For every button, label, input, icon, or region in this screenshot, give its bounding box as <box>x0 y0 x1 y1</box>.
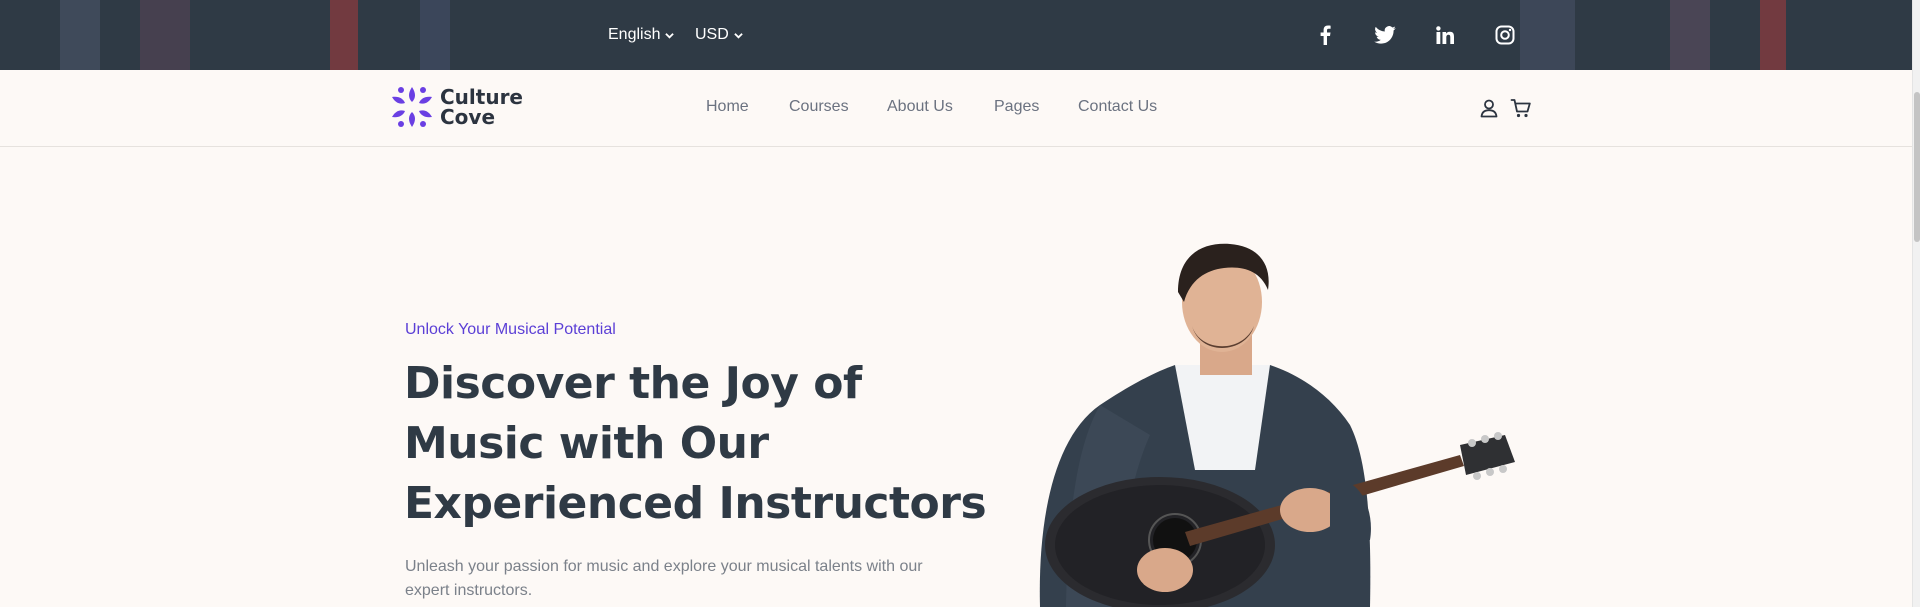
hero-description: Unleash your passion for music and explo… <box>405 555 965 603</box>
hero-title: Discover the Joy of Music with Our Exper… <box>404 354 987 534</box>
page-scrollbar[interactable] <box>1912 0 1920 607</box>
nav-item-about-us[interactable]: About Us <box>887 98 953 116</box>
hero-kicker: Unlock Your Musical Potential <box>405 321 616 338</box>
chevron-down-icon <box>665 32 675 39</box>
language-selector[interactable]: English <box>608 0 675 70</box>
top-bar-texture <box>0 0 1912 70</box>
hero-title-line: Music with Our <box>404 418 769 469</box>
hero-description-line: Unleash your passion for music and explo… <box>405 558 923 575</box>
nav-item-courses[interactable]: Courses <box>789 98 849 116</box>
brand-logo[interactable]: Culture Cove <box>388 84 523 130</box>
main-navigation: Culture Cove Home Courses About Us Pages… <box>0 70 1912 147</box>
brand-name: Culture Cove <box>440 87 523 127</box>
currency-label: USD <box>695 26 729 43</box>
nav-item-pages[interactable]: Pages <box>994 98 1039 116</box>
hero-description-line: expert instructors. <box>405 582 533 599</box>
culture-cove-logo-icon <box>392 87 432 127</box>
cart-icon[interactable] <box>1510 97 1532 119</box>
brand-name-line1: Culture <box>440 85 523 109</box>
facebook-icon[interactable] <box>1312 22 1338 48</box>
scrollbar-thumb[interactable] <box>1914 92 1920 242</box>
hero-title-line: Experienced Instructors <box>404 478 987 529</box>
twitter-icon[interactable] <box>1372 22 1398 48</box>
top-bar: English USD <box>0 0 1912 70</box>
nav-item-home[interactable]: Home <box>706 98 749 116</box>
nav-item-contact-us[interactable]: Contact Us <box>1078 98 1157 116</box>
hero-title-line: Discover the Joy of <box>404 358 862 409</box>
instagram-icon[interactable] <box>1492 22 1518 48</box>
linkedin-icon[interactable] <box>1432 22 1458 48</box>
chevron-down-icon <box>734 32 743 39</box>
language-label: English <box>608 26 661 43</box>
user-icon[interactable] <box>1478 97 1500 119</box>
brand-name-line2: Cove <box>440 105 496 129</box>
currency-selector[interactable]: USD <box>695 0 743 70</box>
guitarist-photo <box>1039 243 1515 607</box>
